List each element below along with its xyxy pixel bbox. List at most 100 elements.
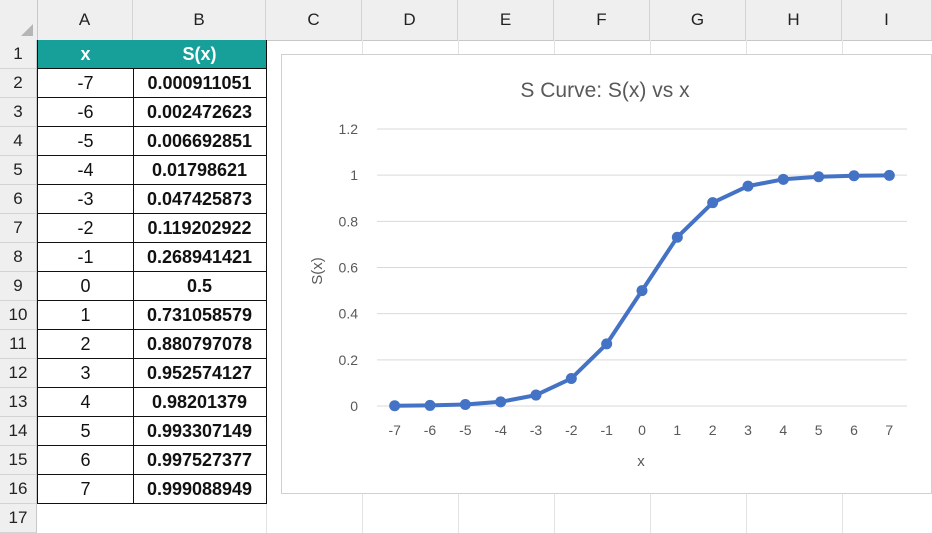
- data-point-marker: [848, 170, 860, 182]
- cell-A10[interactable]: 1: [37, 301, 134, 330]
- cell-A1[interactable]: x: [37, 40, 134, 69]
- cell-A7[interactable]: -2: [37, 214, 134, 243]
- x-tick-label: 2: [709, 422, 717, 438]
- column-header-c[interactable]: C: [266, 0, 362, 40]
- row-header-13[interactable]: 13: [0, 388, 37, 417]
- column-header-f[interactable]: F: [554, 0, 650, 40]
- row-header-7[interactable]: 7: [0, 214, 37, 243]
- cell-A4[interactable]: -5: [37, 127, 134, 156]
- cell-A3[interactable]: -6: [37, 98, 134, 127]
- row-header-2[interactable]: 2: [0, 69, 37, 98]
- cell-B1[interactable]: S(x): [133, 40, 267, 69]
- data-point-marker: [459, 398, 471, 410]
- x-tick-label: -5: [459, 422, 472, 438]
- row-header-17[interactable]: 17: [0, 504, 37, 533]
- cell-A5[interactable]: -4: [37, 156, 134, 185]
- column-header-e[interactable]: E: [458, 0, 554, 40]
- y-tick-label: 0.4: [339, 306, 359, 322]
- row-header-10[interactable]: 10: [0, 301, 37, 330]
- cell-A2[interactable]: -7: [37, 69, 134, 98]
- cell-A16[interactable]: 7: [37, 475, 134, 504]
- x-tick-label: -2: [565, 422, 578, 438]
- chart-title: S Curve: S(x) vs x: [520, 79, 690, 102]
- data-point-marker: [565, 372, 577, 384]
- cell-B6[interactable]: 0.047425873: [133, 185, 267, 214]
- cell-A15[interactable]: 6: [37, 446, 134, 475]
- cell-B8[interactable]: 0.268941421: [133, 243, 267, 272]
- cell-A6[interactable]: -3: [37, 185, 134, 214]
- cell-B14[interactable]: 0.993307149: [133, 417, 267, 446]
- data-point-marker: [883, 169, 895, 181]
- column-header-a[interactable]: A: [37, 0, 133, 40]
- cell-A12[interactable]: 3: [37, 359, 134, 388]
- cell-B10[interactable]: 0.731058579: [133, 301, 267, 330]
- chart-svg: S Curve: S(x) vs x S(x) x 0 0.2 0.4 0.6 0.8 1…: [309, 79, 907, 470]
- cell-A11[interactable]: 2: [37, 330, 134, 359]
- data-point-marker: [530, 389, 542, 401]
- y-tick-label: 0.8: [339, 213, 359, 229]
- row-header-3[interactable]: 3: [0, 98, 37, 127]
- cell-A13[interactable]: 4: [37, 388, 134, 417]
- x-tick-label: 1: [673, 422, 681, 438]
- data-point-marker: [424, 399, 436, 411]
- y-tick-label: 0.2: [339, 352, 359, 368]
- column-header-b[interactable]: B: [133, 0, 266, 40]
- cell-A8[interactable]: -1: [37, 243, 134, 272]
- x-tick-label: -1: [600, 422, 613, 438]
- x-axis-title: x: [637, 453, 645, 470]
- column-header-i[interactable]: I: [842, 0, 932, 40]
- data-point-marker: [707, 197, 719, 209]
- data-point-marker: [742, 180, 754, 192]
- x-tick-label: 4: [779, 422, 787, 438]
- cell-A14[interactable]: 5: [37, 417, 134, 446]
- y-tick-label: 0.6: [339, 260, 359, 276]
- x-tick-label: 5: [815, 422, 823, 438]
- data-point-marker: [777, 173, 789, 185]
- y-tick-label: 1.2: [339, 121, 359, 137]
- cell-B11[interactable]: 0.880797078: [133, 330, 267, 359]
- data-point-marker: [495, 396, 507, 408]
- x-tick-label: 0: [638, 422, 646, 438]
- line-chart[interactable]: S Curve: S(x) vs x S(x) x 0 0.2 0.4 0.6 0.8 1…: [281, 54, 932, 494]
- cell-B4[interactable]: 0.006692851: [133, 127, 267, 156]
- x-tick-label: -6: [424, 422, 437, 438]
- row-header-1[interactable]: 1: [0, 40, 37, 69]
- cell-B16[interactable]: 0.999088949: [133, 475, 267, 504]
- cell-B9[interactable]: 0.5: [133, 272, 267, 301]
- column-header-h[interactable]: H: [746, 0, 842, 40]
- cell-A9[interactable]: 0: [37, 272, 134, 301]
- row-header-11[interactable]: 11: [0, 330, 37, 359]
- column-header-g[interactable]: G: [650, 0, 746, 40]
- row-header-5[interactable]: 5: [0, 156, 37, 185]
- data-point-marker: [601, 338, 613, 350]
- data-point-marker: [389, 400, 401, 412]
- x-tick-label: 6: [850, 422, 858, 438]
- x-tick-label: 7: [885, 422, 893, 438]
- select-all-triangle-icon: [21, 24, 33, 36]
- cell-B2[interactable]: 0.000911051: [133, 69, 267, 98]
- row-header-12[interactable]: 12: [0, 359, 37, 388]
- cell-B7[interactable]: 0.119202922: [133, 214, 267, 243]
- row-header-9[interactable]: 9: [0, 272, 37, 301]
- cell-B15[interactable]: 0.997527377: [133, 446, 267, 475]
- y-tick-label: 0: [350, 398, 358, 414]
- y-axis-title: S(x): [309, 257, 326, 285]
- x-tick-label: -7: [388, 422, 401, 438]
- cell-B13[interactable]: 0.98201379: [133, 388, 267, 417]
- data-point-marker: [636, 285, 648, 297]
- row-header-6[interactable]: 6: [0, 185, 37, 214]
- cell-B5[interactable]: 0.01798621: [133, 156, 267, 185]
- row-header-14[interactable]: 14: [0, 417, 37, 446]
- cell-B12[interactable]: 0.952574127: [133, 359, 267, 388]
- row-header-8[interactable]: 8: [0, 243, 37, 272]
- row-header-4[interactable]: 4: [0, 127, 37, 156]
- row-header-15[interactable]: 15: [0, 446, 37, 475]
- column-header-d[interactable]: D: [362, 0, 458, 40]
- cell-B3[interactable]: 0.002472623: [133, 98, 267, 127]
- x-tick-label: 3: [744, 422, 752, 438]
- select-all-corner[interactable]: [0, 0, 38, 40]
- x-tick-label: -3: [530, 422, 543, 438]
- row-header-16[interactable]: 16: [0, 475, 37, 504]
- y-tick-label: 1: [350, 167, 358, 183]
- x-tick-label: -4: [494, 422, 507, 438]
